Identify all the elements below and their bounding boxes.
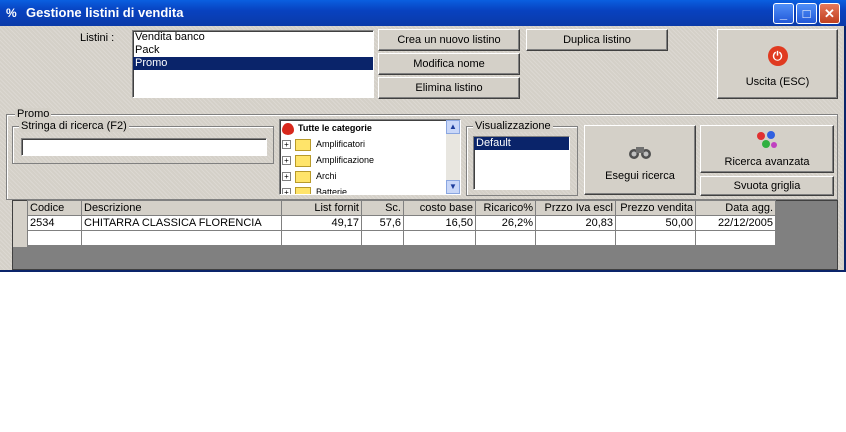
- expand-icon[interactable]: +: [282, 156, 291, 166]
- scroll-up-icon[interactable]: ▲: [446, 120, 460, 134]
- tree-item[interactable]: + Amplificazione: [282, 152, 374, 168]
- search-label: Stringa di ricerca (F2): [19, 120, 129, 132]
- folder-icon: [295, 170, 311, 183]
- cell-list-fornit[interactable]: 49,17: [281, 215, 362, 231]
- search-button[interactable]: Esegui ricerca: [584, 125, 696, 195]
- molecule-icon: [755, 130, 779, 152]
- cell-prezzo-iva-escl[interactable]: 20,83: [535, 215, 616, 231]
- binoculars-icon: [625, 144, 655, 159]
- column-header[interactable]: Codice: [27, 200, 82, 216]
- tree-scrollbar[interactable]: ▲ ▼: [446, 120, 460, 194]
- expand-icon[interactable]: +: [282, 140, 291, 150]
- list-item[interactable]: Default: [474, 137, 569, 150]
- column-header[interactable]: Prezzo vendita: [615, 200, 696, 216]
- empty-cell[interactable]: [81, 230, 282, 246]
- folder-icon: [295, 186, 311, 194]
- app-icon: %: [6, 6, 17, 20]
- tree-root[interactable]: Tutte le categorie: [282, 120, 372, 136]
- cell-data-agg[interactable]: 22/12/2005: [695, 215, 776, 231]
- empty-cell[interactable]: [475, 230, 536, 246]
- column-header[interactable]: Sc.: [361, 200, 404, 216]
- table-row[interactable]: 2534 CHITARRA CLASSICA FLORENCIA 49,17 5…: [27, 215, 776, 231]
- exit-button[interactable]: ⏻ Uscita (ESC): [717, 29, 838, 99]
- cell-sconto[interactable]: 57,6: [361, 215, 404, 231]
- empty-cell[interactable]: [361, 230, 404, 246]
- search-button-label: Esegui ricerca: [605, 170, 675, 182]
- close-button[interactable]: ✕: [819, 3, 840, 24]
- category-tree[interactable]: Tutte le categorie + Amplificatori + Ampli…: [279, 119, 461, 195]
- rename-button[interactable]: Modifica nome: [378, 53, 520, 75]
- column-header[interactable]: Data agg.: [695, 200, 776, 216]
- title-bar[interactable]: % Gestione listini di vendita _ □ ✕: [0, 0, 846, 26]
- results-table[interactable]: Codice Descrizione List fornit Sc. costo…: [27, 200, 776, 246]
- column-header[interactable]: List fornit: [281, 200, 362, 216]
- list-item[interactable]: Promo: [133, 57, 373, 70]
- tree-root-label: Tutte le categorie: [298, 123, 372, 133]
- exit-label: Uscita (ESC): [745, 76, 810, 88]
- delete-list-button[interactable]: Elimina listino: [378, 77, 520, 99]
- empty-cell[interactable]: [27, 230, 82, 246]
- cell-costo-base[interactable]: 16,50: [403, 215, 476, 231]
- promo-group-title: Promo: [15, 108, 52, 120]
- window-title: Gestione listini di vendita: [26, 5, 184, 20]
- column-header[interactable]: Przzo Iva escl: [535, 200, 616, 216]
- advanced-search-label: Ricerca avanzata: [724, 156, 810, 168]
- tree-item[interactable]: + Archi: [282, 168, 337, 184]
- cell-descrizione[interactable]: CHITARRA CLASSICA FLORENCIA: [81, 215, 282, 231]
- cell-codice[interactable]: 2534: [27, 215, 82, 231]
- table-row-empty[interactable]: [27, 230, 776, 246]
- column-header[interactable]: costo base: [403, 200, 476, 216]
- power-icon: ⏻: [767, 46, 788, 66]
- column-header[interactable]: Descrizione: [81, 200, 282, 216]
- duplicate-list-button[interactable]: Duplica listino: [526, 29, 668, 51]
- strawberry-icon: [282, 122, 294, 135]
- advanced-search-button[interactable]: Ricerca avanzata: [700, 125, 834, 173]
- list-item[interactable]: Pack: [133, 44, 373, 57]
- maximize-button[interactable]: □: [796, 3, 817, 24]
- column-header[interactable]: Ricarico%: [475, 200, 536, 216]
- tree-item[interactable]: + Batterie: [282, 184, 348, 195]
- clear-grid-button[interactable]: Svuota griglia: [700, 176, 834, 196]
- header-row: Codice Descrizione List fornit Sc. costo…: [27, 200, 776, 216]
- scroll-down-icon[interactable]: ▼: [446, 180, 460, 194]
- tree-item-label: Amplificazione: [316, 155, 375, 165]
- tree-item-label: Archi: [316, 171, 337, 181]
- list-item[interactable]: Vendita banco: [133, 31, 373, 44]
- empty-cell[interactable]: [695, 230, 776, 246]
- visualizzazione-listbox[interactable]: Default: [473, 136, 570, 190]
- empty-cell[interactable]: [281, 230, 362, 246]
- tree-item[interactable]: + Amplificatori: [282, 136, 365, 152]
- cell-ricarico[interactable]: 26,2%: [475, 215, 536, 231]
- empty-cell[interactable]: [535, 230, 616, 246]
- tree-item-label: Batterie: [316, 187, 348, 195]
- row-selector: [13, 201, 27, 247]
- empty-cell[interactable]: [403, 230, 476, 246]
- folder-icon: [295, 138, 311, 151]
- expand-icon[interactable]: +: [282, 172, 291, 182]
- minimize-button[interactable]: _: [773, 3, 794, 24]
- listini-listbox[interactable]: Vendita banco Pack Promo: [132, 30, 374, 98]
- cell-prezzo-vendita[interactable]: 50,00: [615, 215, 696, 231]
- search-input[interactable]: [21, 138, 267, 156]
- expand-icon[interactable]: +: [282, 188, 291, 194]
- listini-label: Listini :: [80, 32, 115, 44]
- folder-icon: [295, 154, 311, 167]
- tree-item-label: Amplificatori: [316, 139, 366, 149]
- empty-cell[interactable]: [615, 230, 696, 246]
- visualizzazione-label: Visualizzazione: [473, 120, 553, 132]
- new-list-button[interactable]: Crea un nuovo listino: [378, 29, 520, 51]
